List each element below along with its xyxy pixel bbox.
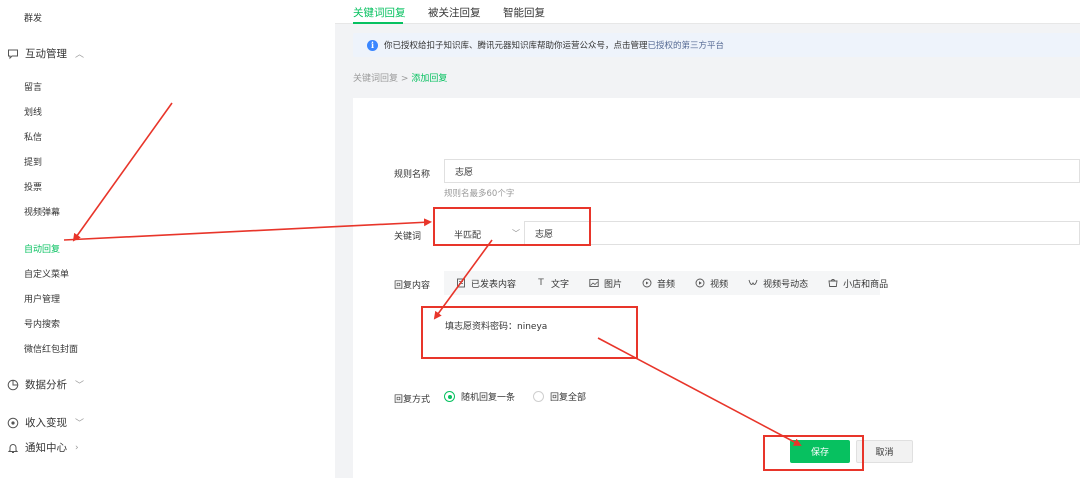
breadcrumb-current: 添加回复 [411, 74, 448, 84]
reply-toolbar: 已发表内容 T 文字 图片 音频 视频 视频号动态 小店和商品 [444, 271, 888, 295]
tab-smart-reply[interactable]: 智能回复 [503, 5, 545, 20]
sidebar-group-label: 数据分析 [25, 379, 67, 391]
sidebar-item-mentions[interactable]: 提到 [24, 155, 42, 168]
audio-icon [642, 278, 652, 288]
radio-button-checked[interactable] [444, 391, 455, 402]
sidebar-item-users[interactable]: 用户管理 [24, 292, 60, 305]
reply-content-label: 回复内容 [394, 281, 431, 291]
rule-name-hint: 规则名最多60个字 [444, 189, 515, 199]
sidebar-group-label: 互动管理 [25, 48, 67, 60]
active-tab-indicator [353, 22, 403, 24]
video-icon [695, 278, 705, 288]
breadcrumb: 关键词回复 > 添加回复 [353, 71, 447, 84]
chevron-up-icon: ︿ [75, 50, 85, 60]
tab-keyword-reply[interactable]: 关键词回复 [353, 5, 406, 20]
rule-name-label: 规则名称 [394, 170, 431, 180]
sidebar-item-messages[interactable]: 私信 [24, 130, 42, 143]
annotation-box-save [763, 435, 864, 471]
chevron-down-icon: ﹀ [75, 419, 85, 429]
sidebar-item-search[interactable]: 号内搜索 [24, 317, 60, 330]
sidebar-item-underline[interactable]: 划线 [24, 105, 42, 118]
tool-published-content[interactable]: 已发表内容 [456, 277, 516, 290]
channels-icon [748, 279, 758, 285]
reply-mode-label: 回复方式 [394, 395, 431, 405]
annotation-box-reply-text [421, 306, 638, 359]
tool-video[interactable]: 视频 [695, 277, 728, 290]
image-icon [589, 279, 599, 287]
sidebar-group-monetization[interactable]: 收入变现 ﹀ [7, 415, 84, 430]
bell-icon [7, 443, 19, 453]
pie-chart-icon [7, 379, 19, 390]
tool-channels[interactable]: 视频号动态 [748, 277, 808, 290]
coin-icon [7, 417, 19, 428]
sidebar-group-analytics[interactable]: 数据分析 ﹀ [7, 377, 84, 392]
chevron-right-icon: › [75, 442, 79, 453]
sidebar-group-label: 收入变现 [25, 417, 67, 429]
sidebar-group-interaction[interactable]: 互动管理 ︿ [7, 46, 84, 61]
sidebar-group-notifications[interactable]: 通知中心 › [7, 440, 79, 455]
tool-text[interactable]: T 文字 [536, 277, 569, 290]
radio-reply-all[interactable]: 回复全部 [533, 390, 586, 403]
breadcrumb-parent[interactable]: 关键词回复 [353, 74, 398, 84]
sidebar-item-danmaku[interactable]: 视频弹幕 [24, 205, 60, 218]
sidebar-item-mass-send[interactable]: 群发 [24, 11, 42, 24]
sidebar-item-red-packet[interactable]: 微信红包封面 [24, 342, 78, 355]
keyword-label: 关键词 [394, 232, 422, 242]
message-icon [8, 49, 18, 59]
info-icon: i [367, 39, 378, 51]
sidebar: 群发 互动管理 ︿ 留言 划线 私信 提到 投票 视频弹幕 自动回复 自定义菜单… [0, 0, 335, 478]
notice-text: 你已授权给扣子知识库、腾讯元器知识库帮助你运营公众号，点击管理 [384, 41, 648, 51]
notice-link[interactable]: 已授权的第三方平台 [648, 39, 725, 51]
sidebar-item-auto-reply[interactable]: 自动回复 [24, 242, 60, 255]
tool-image[interactable]: 图片 [589, 277, 622, 290]
annotation-box-keyword [433, 207, 591, 246]
sidebar-item-custom-menu[interactable]: 自定义菜单 [24, 267, 69, 280]
shop-icon [828, 279, 838, 287]
breadcrumb-separator: > [400, 74, 409, 84]
keyword-input[interactable]: 志愿 [524, 221, 1080, 245]
sidebar-item-vote[interactable]: 投票 [24, 180, 42, 193]
article-icon [457, 278, 465, 288]
notice-banner: i 你已授权给扣子知识库、腾讯元器知识库帮助你运营公众号，点击管理 已授权的第三方… [353, 33, 1080, 57]
chevron-down-icon: ﹀ [75, 381, 85, 391]
sidebar-group-label: 通知中心 [25, 442, 67, 454]
tool-audio[interactable]: 音频 [642, 277, 675, 290]
radio-random-one[interactable]: 随机回复一条 [444, 390, 515, 403]
sidebar-item-comments[interactable]: 留言 [24, 80, 42, 93]
tool-shop[interactable]: 小店和商品 [828, 277, 888, 290]
tab-follow-reply[interactable]: 被关注回复 [428, 5, 481, 20]
radio-button[interactable] [533, 391, 544, 402]
text-icon: T [538, 278, 544, 288]
rule-name-input[interactable]: 志愿 [444, 159, 1080, 183]
cancel-button[interactable]: 取消 [856, 440, 913, 463]
